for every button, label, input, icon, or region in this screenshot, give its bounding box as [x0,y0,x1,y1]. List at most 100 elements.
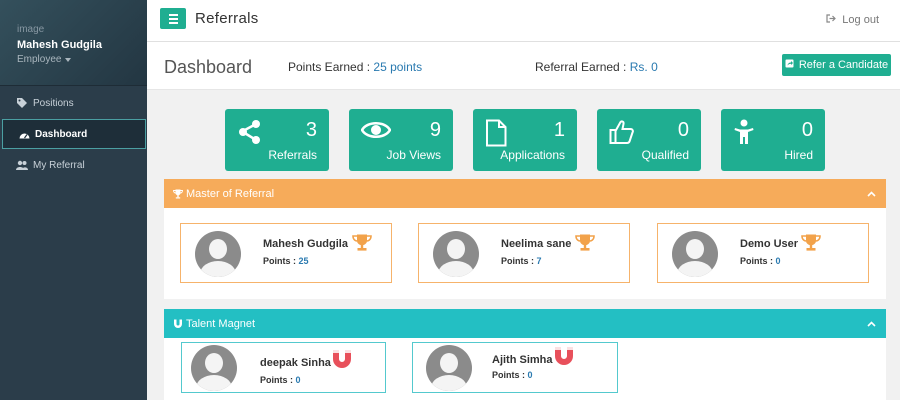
leader-points: Points : 25 [263,256,309,266]
trophy-icon [801,234,821,255]
leader-name: Demo User [740,238,799,250]
user-name: Mahesh Gudgila [17,39,102,51]
tile-label: Referrals [268,148,317,162]
sidebar: image Mahesh Gudgila Employee Positions … [0,0,147,400]
points-label: Points : [501,256,534,266]
leader-name: Mahesh Gudgila [263,238,348,250]
magnet-icon [173,319,183,329]
file-icon [485,119,507,150]
sidebar-item-label: Dashboard [35,128,88,140]
points-value: 25 [298,256,309,266]
avatar [191,345,237,391]
tile-count: 3 [305,119,317,141]
sidebar-nav: Positions Dashboard My Referral [0,86,147,180]
leader-card: Demo User Points : 0 [657,223,869,283]
points-label: Points : [740,256,773,266]
role-label: Employee [17,54,62,65]
magnet-card: Ajith Simha Points : 0 [412,342,618,393]
avatar [433,231,479,277]
eye-icon [360,119,392,144]
user-profile: image Mahesh Gudgila Employee [0,0,147,86]
tile-hired[interactable]: 0 Hired [721,109,825,171]
tile-count: 0 [677,119,689,141]
refer-button-label: Refer a Candidate [798,59,889,71]
points-earned-label: Points Earned : [288,60,371,74]
tile-job-views[interactable]: 9 Job Views [349,109,453,171]
points-value: 7 [536,256,542,266]
magnet-name: deepak Sinha [260,357,331,369]
main-content: Dashboard Points Earned : 25 points Refe… [147,42,900,400]
points-value: 0 [775,256,781,266]
avatar [672,231,718,277]
hamburger-icon [168,13,178,16]
users-icon [16,159,28,171]
sidebar-item-my-referral[interactable]: My Referral [0,150,147,180]
dashboard-icon [18,128,30,140]
share-square-icon [785,59,794,71]
profile-image-alt: image [17,24,45,35]
tile-qualified[interactable]: 0 Qualified [597,109,701,171]
logout-link[interactable]: Log out [826,14,879,26]
trophy-icon [575,234,595,255]
points-label: Points : [492,370,525,380]
dashboard-header: Dashboard Points Earned : 25 points Refe… [147,42,900,90]
leader-card: Mahesh Gudgila Points : 25 [180,223,392,283]
avatar [195,231,241,277]
leader-card: Neelima sane Points : 7 [418,223,630,283]
tile-referrals[interactable]: 3 Referrals [225,109,329,171]
caret-down-icon [65,57,72,62]
role-dropdown[interactable]: Employee [17,54,147,65]
sidebar-item-label: Positions [33,97,74,109]
tile-applications[interactable]: 1 Applications [473,109,577,171]
sidebar-item-positions[interactable]: Positions [0,88,147,118]
person-icon [733,119,755,148]
tag-icon [16,97,28,109]
magnet-icon [332,349,352,372]
referral-earned-value: Rs. 0 [629,60,658,74]
magnet-name: Ajith Simha [492,354,553,366]
trophy-icon [173,189,183,199]
points-label: Points : [260,375,293,385]
logout-label: Log out [842,14,879,26]
hamburger-icon-line [168,21,178,24]
menu-toggle-button[interactable] [160,8,186,29]
points-value: 0 [527,370,533,380]
sidebar-item-label: My Referral [33,159,85,171]
tile-count: 9 [429,119,441,141]
points-earned: Points Earned : 25 points [288,60,422,74]
leader-name: Neelima sane [501,238,572,250]
share-icon [237,119,263,148]
trophy-icon [352,234,372,255]
tile-count: 1 [553,119,565,141]
leader-points: Points : 7 [501,256,542,266]
points-earned-value: 25 points [373,60,423,74]
dashboard-title: Dashboard [164,57,253,77]
stat-tiles: 3 Referrals 9 Job Views 1 Applications 0… [225,109,825,171]
page-title: Referrals [195,10,259,27]
tile-label: Qualified [641,148,689,162]
tile-label: Hired [784,148,813,162]
sign-out-icon [826,14,837,26]
panel-title: Talent Magnet [186,317,256,330]
chevron-up-icon[interactable] [867,318,876,330]
hamburger-icon-line [168,17,178,20]
leader-points: Points : 0 [740,256,781,266]
thumbs-up-icon [609,119,635,148]
master-of-referral-panel: Master of Referral Mahesh Gudgila Points… [164,179,886,299]
tile-label: Job Views [386,148,441,162]
chevron-up-icon[interactable] [867,188,876,200]
points-label: Points : [263,256,296,266]
panel-header: Talent Magnet [164,309,886,338]
magnet-points: Points : 0 [492,370,533,380]
tile-label: Applications [500,148,565,162]
top-bar: Referrals Log out [147,0,900,42]
referral-earned-label: Referral Earned : [535,60,627,74]
refer-candidate-button[interactable]: Refer a Candidate [782,54,891,76]
avatar [426,345,472,391]
sidebar-item-dashboard[interactable]: Dashboard [2,119,146,149]
panel-title: Master of Referral [186,187,275,200]
tile-count: 0 [801,119,813,141]
points-value: 0 [295,375,301,385]
magnet-points: Points : 0 [260,375,301,385]
panel-header: Master of Referral [164,179,886,208]
